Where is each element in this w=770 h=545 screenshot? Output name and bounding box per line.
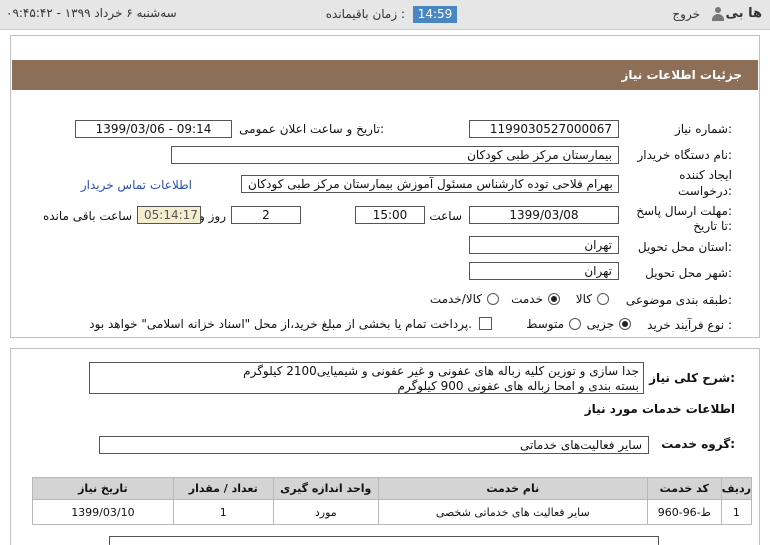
user-icon[interactable] (712, 7, 724, 21)
bottom-field (109, 536, 659, 545)
buyer-label: نام دستگاه خریدار: (637, 148, 733, 162)
creator-label: ایجاد کننده (679, 168, 732, 182)
need-description-panel: شرح کلی نیاز: جدا سازی و توزین کلیه زبال… (10, 348, 760, 545)
remaining-time-label: زمان باقیمانده : (325, 7, 405, 21)
days-field: 2 (231, 206, 301, 224)
deadline-label: مهلت ارسال پاسخ: (636, 204, 732, 218)
need-details-panel: جزئیات اطلاعات نیاز شماره نیاز: 11990305… (10, 35, 760, 338)
services-heading: اطلاعات خدمات مورد نیاز (584, 402, 735, 416)
cell-unit: مورد (272, 499, 379, 525)
cell-quantity: 1 (172, 499, 274, 525)
cell-service-name: سایر فعالیت های خدماتی شخصی (377, 499, 648, 525)
panel-title: جزئیات اطلاعات نیاز (12, 60, 758, 90)
city-field: تهران (469, 262, 619, 280)
process-label: نوع فرآیند خرید : (647, 318, 732, 332)
col-unit: واحد اندازه گیری (272, 477, 379, 500)
current-datetime: سه‌شنبه ۶ خرداد ۱۳۹۹ - ۰۹:۴۵:۴۲ (6, 6, 177, 20)
cell-need-date: 1399/03/10 (32, 499, 174, 525)
creator-field: بهرام فلاحی توده کارشناس مسئول آموزش بیم… (241, 175, 619, 193)
app-logo: ها بی (725, 6, 762, 21)
need-number-field: 1199030527000067 (469, 120, 619, 138)
process-option-medium: متوسط (526, 317, 564, 331)
description-line-1: جدا سازی و توزین کلیه زباله های عفونی و … (243, 364, 639, 378)
col-service-code: کد خدمت (646, 477, 722, 500)
process-radio-medium[interactable] (569, 318, 581, 330)
category-radio-goods[interactable] (597, 293, 609, 305)
description-field: جدا سازی و توزین کلیه زباله های عفونی و … (89, 362, 644, 394)
cell-row: 1 (720, 499, 753, 525)
countdown-field: 05:14:17 (137, 206, 201, 224)
category-label: طبقه بندی موضوعی: (625, 293, 732, 307)
table-header-row: ردیف کد خدمت نام خدمت واحد اندازه گیری ت… (32, 477, 753, 500)
buyer-contact-link[interactable]: اطلاعات تماس خریدار (81, 178, 192, 192)
deadline-date-label: تا تاریخ: (693, 219, 732, 233)
announce-label: تاریخ و ساعت اعلان عمومی: (239, 122, 384, 136)
category-option-goods: کالا (575, 292, 592, 306)
remaining-label: ساعت باقی مانده (42, 209, 132, 223)
announce-field: 1399/03/06 - 09:14 (75, 120, 232, 138)
city-label: شهر محل تحویل: (645, 266, 732, 280)
col-service-name: نام خدمت (377, 477, 648, 500)
province-field: تهران (469, 236, 619, 254)
service-group-field: سایر فعالیت‌های خدماتی (99, 436, 649, 454)
treasury-checkbox[interactable] (479, 317, 492, 330)
deadline-time-field: 15:00 (355, 206, 425, 224)
deadline-time-label: ساعت (429, 209, 462, 223)
creator-label-2: درخواست: (678, 184, 732, 198)
category-radio-goods-service[interactable] (487, 293, 499, 305)
description-line-2: بسته بندی و امحا زباله های عفونی 900 کیل… (397, 379, 639, 393)
payment-note: پرداخت تمام یا بخشی از مبلغ خرید،از محل … (89, 317, 472, 331)
col-need-date: تاریخ نیاز (32, 477, 174, 500)
service-group-label: گروه خدمت: (661, 437, 735, 451)
process-option-minor: جزیی (586, 317, 614, 331)
top-bar: ها بی خروج زمان باقیمانده : 14:59 سه‌شنب… (0, 0, 770, 30)
cell-service-code: ط-96-960 (646, 499, 722, 525)
col-row: ردیف (720, 477, 753, 500)
category-radio-service[interactable] (548, 293, 560, 305)
need-number-label: شماره نیاز: (674, 122, 732, 136)
buyer-field: بیمارستان مرکز طبی کودکان (171, 146, 619, 164)
days-label: روز و (199, 209, 226, 223)
process-radio-minor[interactable] (619, 318, 631, 330)
col-quantity: تعداد / مقدار (172, 477, 274, 500)
description-label: شرح کلی نیاز: (649, 371, 735, 385)
table-row[interactable]: 1 ط-96-960 سایر فعالیت های خدماتی شخصی م… (32, 499, 753, 525)
province-label: استان محل تحویل: (637, 240, 732, 254)
services-table: ردیف کد خدمت نام خدمت واحد اندازه گیری ت… (32, 477, 753, 525)
remaining-time-value: 14:59 (413, 6, 457, 23)
category-option-goods-service: کالا/خدمت (429, 292, 482, 306)
category-option-service: خدمت (511, 292, 543, 306)
deadline-date-field: 1399/03/08 (469, 206, 619, 224)
exit-link[interactable]: خروج (672, 7, 700, 21)
